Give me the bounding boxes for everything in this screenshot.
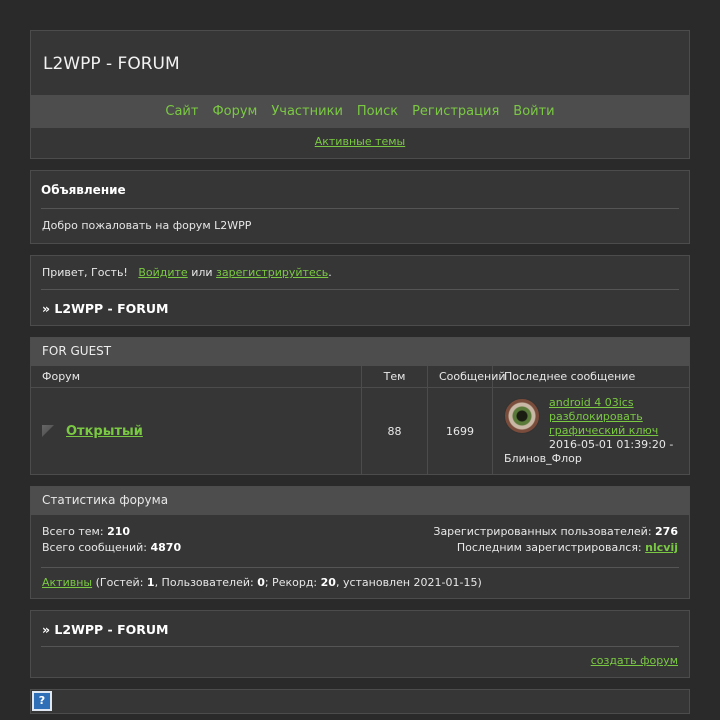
divider <box>41 567 679 568</box>
total-posts-value: 4870 <box>150 541 182 554</box>
announcement-panel: Объявление Добро пожаловать на форум L2W… <box>30 170 690 244</box>
last-registered-user-link[interactable]: nlcvij <box>645 541 678 554</box>
column-topics: Тем <box>362 366 428 387</box>
greeting-panel: Привет, Гость! Войдите или зарегистрируй… <box>30 255 690 326</box>
online-stats: Активны (Гостей: 1, Пользователей: 0; Ре… <box>42 576 482 589</box>
record-value: 20 <box>320 576 336 589</box>
login-link[interactable]: Войдите <box>138 266 187 279</box>
last-registered: Последним зарегистрировался: nlcvij <box>457 541 678 554</box>
announcement-text: Добро пожаловать на форум L2WPP <box>42 219 252 232</box>
nav-members-link[interactable]: Участники <box>271 104 343 119</box>
registered-users: Зарегистрированных пользователей: 276 <box>433 525 678 538</box>
stats-heading: Статистика форума <box>31 487 689 515</box>
forum-title: L2WPP - FORUM <box>43 54 180 74</box>
forum-status-icon <box>42 425 54 437</box>
forum-header: L2WPP - FORUM Сайт Форум Участники Поиск… <box>30 30 690 159</box>
category-title: FOR GUEST <box>31 338 689 366</box>
greeting-suffix: . <box>328 266 332 279</box>
nav-register-link[interactable]: Регистрация <box>412 104 499 119</box>
forum-category-table: FOR GUEST Форум Тем Сообщений Последнее … <box>30 337 690 475</box>
total-posts: Всего сообщений: 4870 <box>42 541 181 554</box>
forum-statistics-panel: Статистика форума Всего тем: 210 Всего с… <box>30 486 690 599</box>
record-label: ; Рекорд: <box>264 576 318 589</box>
registered-value: 276 <box>655 525 678 538</box>
last-registered-label: Последним зарегистрировался: <box>456 541 642 554</box>
topics-count: 88 <box>362 388 428 474</box>
total-topics: Всего тем: 210 <box>42 525 130 538</box>
forum-cell: Открытый <box>31 388 362 474</box>
bottom-bar: ? <box>30 689 690 714</box>
users-label: , Пользователей: <box>154 576 254 589</box>
column-posts: Сообщений <box>428 366 506 387</box>
nav-forum-link[interactable]: Форум <box>212 104 257 119</box>
divider <box>41 646 679 647</box>
registered-label: Зарегистрированных пользователей: <box>433 525 652 538</box>
subnav: Активные темы <box>31 135 689 148</box>
last-post-info: android 4 03ics разблокировать графическ… <box>549 396 687 452</box>
divider <box>41 289 679 290</box>
nav-site-link[interactable]: Сайт <box>165 104 198 119</box>
table-header: Форум Тем Сообщений Последнее сообщение <box>31 366 689 388</box>
main-navigation: Сайт Форум Участники Поиск Регистрация В… <box>31 95 689 128</box>
greeting-prefix: Привет, Гость! <box>42 266 128 279</box>
last-post-author: Блинов_Флор <box>504 452 582 465</box>
nav-login-link[interactable]: Войти <box>513 104 554 119</box>
table-row: Открытый 88 1699 android 4 03ics разблок… <box>31 388 689 474</box>
greeting-or: или <box>191 266 213 279</box>
total-posts-label: Всего сообщений: <box>42 541 147 554</box>
nav-search-link[interactable]: Поиск <box>357 104 398 119</box>
total-topics-value: 210 <box>107 525 131 538</box>
column-forum: Форум <box>31 366 362 387</box>
breadcrumb[interactable]: » L2WPP - FORUM <box>42 301 168 316</box>
announcement-heading: Объявление <box>41 183 126 197</box>
help-icon[interactable]: ? <box>32 691 52 711</box>
record-date: , установлен 2021-01-15) <box>335 576 482 589</box>
avatar[interactable] <box>504 398 540 434</box>
guests-label: (Гостей: <box>95 576 144 589</box>
column-last-post: Последнее сообщение <box>504 370 636 383</box>
last-post-cell: android 4 03ics разблокировать графическ… <box>493 388 689 474</box>
last-post-link[interactable]: android 4 03ics разблокировать графическ… <box>549 396 658 437</box>
guests-value: 1 <box>146 576 155 589</box>
greeting-text: Привет, Гость! Войдите или зарегистрируй… <box>42 266 332 279</box>
online-users-link[interactable]: Активны <box>42 576 92 589</box>
last-post-time: 2016-05-01 01:39:20 - <box>549 438 674 451</box>
total-topics-label: Всего тем: <box>42 525 104 538</box>
posts-count: 1699 <box>428 388 493 474</box>
create-forum-link[interactable]: создать форум <box>591 654 678 667</box>
forum-name-link[interactable]: Открытый <box>66 424 143 439</box>
users-value: 0 <box>257 576 265 589</box>
active-topics-link[interactable]: Активные темы <box>315 135 406 148</box>
footer-panel: » L2WPP - FORUM создать форум <box>30 610 690 678</box>
divider <box>41 208 679 209</box>
register-link[interactable]: зарегистрируйтесь <box>216 266 328 279</box>
breadcrumb[interactable]: » L2WPP - FORUM <box>42 622 168 637</box>
